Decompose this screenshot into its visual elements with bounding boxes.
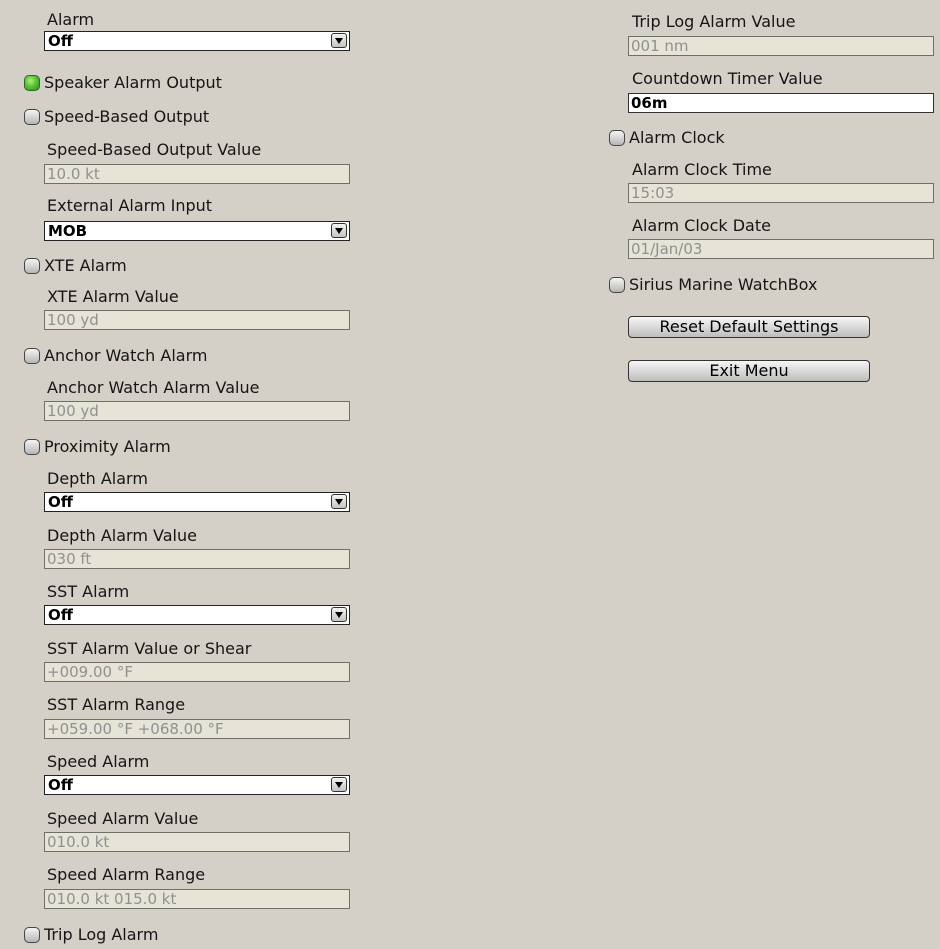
depth-alarm-value-label: Depth Alarm Value [47,526,197,545]
alarm-clock-date-label: Alarm Clock Date [632,216,771,235]
proximity-alarm-label: Proximity Alarm [44,437,171,456]
xte-alarm-value-field: 100 yd [44,310,350,330]
trip-log-alarm-value-field: 001 nm [628,36,934,56]
external-alarm-input-dropdown[interactable]: MOB [44,221,350,241]
alarm-clock-time-label: Alarm Clock Time [632,160,772,179]
chevron-down-icon[interactable] [331,777,347,792]
checkbox-checked-icon [24,75,40,91]
alarm-clock-date-field: 01/Jan/03 [628,239,934,259]
alarm-dropdown-value: Off [48,32,73,50]
speed-alarm-value-text: 010.0 kt [47,833,110,851]
speed-based-output-value-label: Speed-Based Output Value [47,140,262,159]
checkbox-icon [609,277,625,293]
speed-based-output-label: Speed-Based Output [44,107,210,126]
countdown-timer-value-label: Countdown Timer Value [632,69,823,88]
speed-alarm-range-value: 010.0 kt 015.0 kt [47,890,177,908]
speed-alarm-value-field: 010.0 kt [44,832,350,852]
countdown-timer-value-input[interactable]: 06m [628,93,934,113]
exit-menu-button[interactable]: Exit Menu [628,360,870,382]
sst-alarm-range-label: SST Alarm Range [47,695,186,714]
xte-alarm-value-label: XTE Alarm Value [47,287,179,306]
speed-based-output-value-field: 10.0 kt [44,164,350,184]
checkbox-icon [24,109,40,125]
depth-alarm-value: Off [48,493,73,511]
xte-alarm-label: XTE Alarm [44,256,127,275]
anchor-watch-alarm-label: Anchor Watch Alarm [44,346,208,365]
sst-alarm-range-field: +059.00 °F +068.00 °F [44,719,350,739]
sst-alarm-value: Off [48,606,73,624]
trip-log-alarm-label: Trip Log Alarm [44,925,159,944]
external-alarm-input-label: External Alarm Input [47,196,213,215]
chevron-down-icon[interactable] [331,33,347,48]
sst-alarm-dropdown[interactable]: Off [44,605,350,625]
checkbox-icon [609,130,625,146]
speed-based-output-value: 10.0 kt [47,165,100,183]
alarm-clock-time-field: 15:03 [628,183,934,203]
alarm-dropdown[interactable]: Off [44,31,350,51]
depth-alarm-value-text: 030 ft [47,550,92,568]
speed-alarm-dropdown[interactable]: Off [44,775,350,795]
alarm-clock-date-value: 01/Jan/03 [631,240,703,258]
reset-default-settings-button[interactable]: Reset Default Settings [628,316,870,338]
depth-alarm-dropdown[interactable]: Off [44,492,350,512]
checkbox-icon [24,927,40,943]
sst-alarm-label: SST Alarm [47,582,130,601]
sst-alarm-range-value: +059.00 °F +068.00 °F [47,720,224,738]
xte-alarm-value: 100 yd [47,311,99,329]
alarm-clock-time-value: 15:03 [631,184,675,202]
checkbox-icon [24,439,40,455]
chevron-down-icon[interactable] [331,607,347,622]
speed-alarm-value-label: Speed Alarm Value [47,809,199,828]
anchor-watch-alarm-value: 100 yd [47,402,99,420]
depth-alarm-value-field: 030 ft [44,549,350,569]
alarm-clock-label: Alarm Clock [629,128,725,147]
checkbox-icon [24,348,40,364]
speed-alarm-value: Off [48,776,73,794]
speed-alarm-range-field: 010.0 kt 015.0 kt [44,889,350,909]
speed-alarm-range-label: Speed Alarm Range [47,865,206,884]
checkbox-icon [24,258,40,274]
anchor-watch-alarm-value-label: Anchor Watch Alarm Value [47,378,260,397]
sst-alarm-value-field: +009.00 °F [44,662,350,682]
external-alarm-input-value: MOB [48,222,88,240]
chevron-down-icon[interactable] [331,494,347,509]
anchor-watch-alarm-value-field: 100 yd [44,401,350,421]
sst-alarm-value-label: SST Alarm Value or Shear [47,639,252,658]
alarm-label: Alarm [47,10,95,29]
sirius-marine-watchbox-label: Sirius Marine WatchBox [629,275,818,294]
countdown-timer-value: 06m [631,94,668,112]
trip-log-alarm-value: 001 nm [631,37,689,55]
trip-log-alarm-value-label: Trip Log Alarm Value [632,12,796,31]
chevron-down-icon[interactable] [331,223,347,238]
depth-alarm-label: Depth Alarm [47,469,148,488]
speaker-alarm-output-label: Speaker Alarm Output [44,73,222,92]
sst-alarm-value-text: +009.00 °F [47,663,133,681]
speed-alarm-label: Speed Alarm [47,752,150,771]
